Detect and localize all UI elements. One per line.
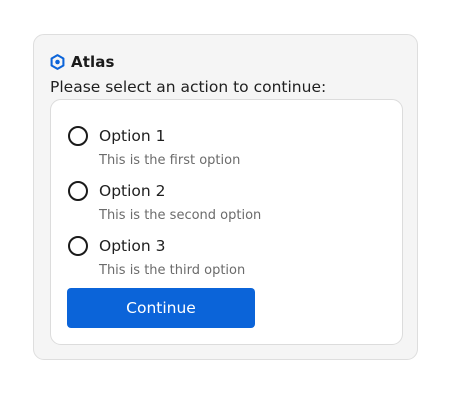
option-2-description: This is the second option — [99, 208, 262, 223]
option-3-label: Option 3 — [99, 237, 166, 255]
options-card: Option 1 This is the first option Option… — [50, 99, 403, 345]
brand-name: Atlas — [71, 53, 115, 71]
option-3[interactable]: Option 3 This is the third option — [68, 235, 388, 283]
option-2-label: Option 2 — [99, 182, 166, 200]
hexagon-logo-icon — [50, 54, 65, 70]
action-dialog: Atlas Please select an action to continu… — [33, 34, 418, 360]
prompt-text: Please select an action to continue: — [50, 78, 327, 96]
option-1[interactable]: Option 1 This is the first option — [68, 125, 388, 173]
option-2[interactable]: Option 2 This is the second option — [68, 180, 388, 228]
option-1-description: This is the first option — [99, 153, 241, 168]
radio-button-option-2[interactable] — [68, 181, 88, 201]
radio-button-option-3[interactable] — [68, 236, 88, 256]
continue-button[interactable]: Continue — [67, 288, 255, 328]
radio-button-option-1[interactable] — [68, 126, 88, 146]
brand-header: Atlas — [50, 52, 114, 72]
option-3-description: This is the third option — [99, 263, 246, 278]
option-1-label: Option 1 — [99, 127, 166, 145]
